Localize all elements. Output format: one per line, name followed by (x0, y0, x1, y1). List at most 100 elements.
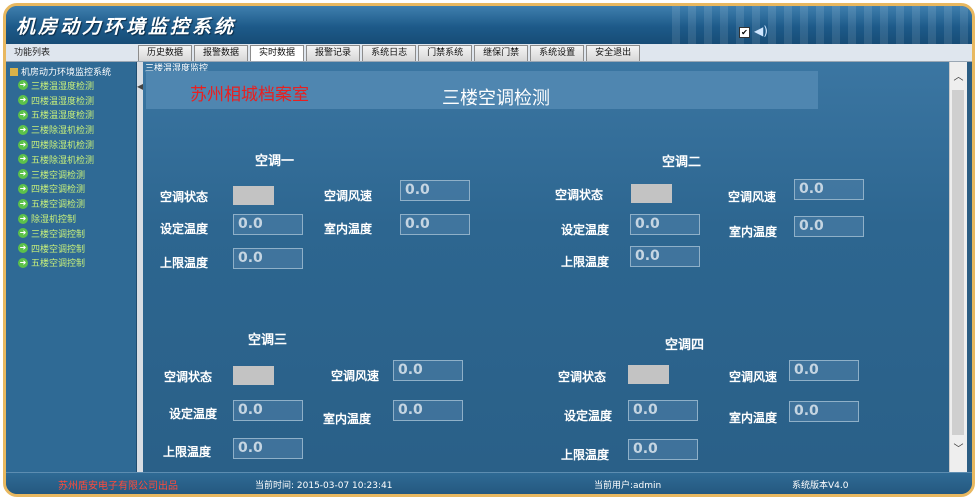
ac-wind-label: 空调风速 (331, 369, 380, 383)
ac-status-label: 空调状态 (160, 190, 209, 204)
upper-temp-value: 0.0 (233, 248, 303, 269)
ac-status-label: 空调状态 (558, 370, 607, 384)
sidebar-item-label: 五楼温湿度检测 (31, 111, 95, 122)
sidebar-item-label: 四楼空调控制 (31, 244, 86, 255)
tab-alarm-log[interactable]: 报警记录 (306, 45, 361, 61)
sidebar-item-label: 三楼温湿度检测 (31, 81, 95, 92)
tab-access-system[interactable]: 门禁系统 (418, 45, 473, 61)
title-background (672, 6, 972, 44)
indoor-temp-label: 室内温度 (323, 412, 372, 426)
menu-bar: 功能列表 历史数据 报警数据 实时数据 报警记录 系统日志 门禁系统 继保门禁 … (6, 44, 972, 62)
scroll-thumb[interactable] (952, 90, 964, 435)
title-bar: 机房动力环境监控系统 ✔ ◀) (6, 6, 972, 44)
footer-company: 苏州盾安电子有限公司出品 (58, 481, 178, 492)
tab-relay-access[interactable]: 继保门禁 (474, 45, 529, 61)
vertical-scrollbar[interactable]: ︿ ﹀ (949, 62, 967, 472)
sidebar-item[interactable]: ➜ 三楼空调控制 (18, 226, 94, 241)
indoor-temp-value: 0.0 (794, 216, 864, 237)
set-temp-label: 设定温度 (169, 407, 218, 421)
sidebar-item[interactable]: ➜ 五楼温湿度检测 (18, 108, 94, 123)
folder-icon (10, 67, 18, 76)
tab-settings[interactable]: 系统设置 (530, 45, 585, 61)
sidebar-item-label: 三楼除湿机检测 (31, 126, 95, 137)
current-time: 当前时间: 2015-03-07 10:23:41 (255, 481, 393, 491)
green-arrow-icon: ➜ (18, 198, 28, 209)
ac-status-indicator (233, 366, 274, 385)
ac-unit-2-title: 空调二 (662, 155, 702, 170)
sidebar-item[interactable]: ➜ 五楼空调控制 (18, 256, 94, 271)
upper-temp-label: 上限温度 (561, 448, 610, 462)
set-temp-label: 设定温度 (564, 409, 613, 423)
sidebar-item-label: 除湿机控制 (31, 215, 77, 226)
indoor-temp-label: 室内温度 (729, 411, 778, 425)
scroll-down-icon[interactable]: ﹀ (950, 442, 967, 458)
tab-alarm-data[interactable]: 报警数据 (194, 45, 249, 61)
sidebar-item[interactable]: ➜ 四楼除湿机检测 (18, 137, 94, 152)
ac-status-indicator (628, 365, 669, 384)
sidebar-item-label: 五楼空调检测 (31, 200, 86, 211)
ac-wind-label: 空调风速 (324, 189, 373, 203)
tree-root[interactable]: 机房动力环境监控系统 (10, 65, 111, 78)
indoor-temp-value: 0.0 (393, 400, 463, 421)
ac-wind-value: 0.0 (393, 360, 463, 381)
ac-status-indicator (233, 186, 274, 205)
function-list-label: 功能列表 (14, 48, 51, 58)
tree-root-label: 机房动力环境监控系统 (21, 68, 112, 78)
company-name: 苏州相城档案室 (190, 85, 309, 105)
ac-wind-value: 0.0 (400, 180, 470, 201)
system-version: 系统版本V4.0 (792, 481, 849, 491)
sidebar-item[interactable]: ➜ 五楼空调检测 (18, 196, 94, 211)
upper-temp-value: 0.0 (628, 439, 698, 460)
ac-status-label: 空调状态 (555, 188, 604, 202)
ac-unit-1-title: 空调一 (255, 154, 295, 169)
indoor-temp-label: 室内温度 (729, 225, 778, 239)
main-panel: 三楼温湿度监控 苏州相城档案室 三楼空调检测 空调一 空调状态 空调风速 0.0… (143, 62, 949, 472)
set-temp-value: 0.0 (630, 214, 700, 235)
ac-wind-value: 0.0 (789, 360, 859, 381)
ac-wind-value: 0.0 (794, 179, 864, 200)
tab-system-log[interactable]: 系统日志 (362, 45, 417, 61)
sidebar-item[interactable]: ➜ 三楼空调检测 (18, 167, 94, 182)
green-arrow-icon: ➜ (18, 169, 28, 180)
set-temp-value: 0.0 (233, 214, 303, 235)
ac-unit-3-title: 空调三 (248, 333, 288, 348)
app-title: 机房动力环境监控系统 (16, 16, 237, 38)
sidebar-item[interactable]: ➜ 三楼除湿机检测 (18, 122, 94, 137)
set-temp-value: 0.0 (628, 400, 698, 421)
sidebar-item[interactable]: ➜ 四楼温湿度检测 (18, 93, 94, 108)
sidebar-item[interactable]: ➜ 三楼温湿度检测 (18, 78, 94, 93)
scroll-up-icon[interactable]: ︿ (950, 70, 967, 86)
green-arrow-icon: ➜ (18, 109, 28, 120)
sidebar-item-label: 五楼空调控制 (31, 259, 86, 270)
sidebar-item[interactable]: ➜ 四楼空调检测 (18, 182, 94, 197)
current-user: 当前用户:admin (594, 481, 662, 491)
sidebar-item-label: 三楼空调控制 (31, 229, 86, 240)
upper-temp-value: 0.0 (233, 438, 303, 459)
app-window: 机房动力环境监控系统 ✔ ◀) 功能列表 历史数据 报警数据 实时数据 报警记录… (3, 3, 975, 497)
upper-temp-label: 上限温度 (561, 255, 610, 269)
page-title: 三楼空调检测 (442, 88, 550, 109)
ac-wind-label: 空调风速 (729, 370, 778, 384)
sidebar-item-label: 四楼除湿机检测 (31, 141, 95, 152)
sidebar-item[interactable]: ➜ 除湿机控制 (18, 211, 94, 226)
ac-status-label: 空调状态 (164, 370, 213, 384)
sidebar-item[interactable]: ➜ 五楼除湿机检测 (18, 152, 94, 167)
green-arrow-icon: ➜ (18, 124, 28, 135)
sound-checkbox[interactable]: ✔ (739, 27, 750, 38)
tab-logout[interactable]: 安全退出 (586, 45, 641, 61)
speaker-icon[interactable]: ◀) (754, 24, 768, 38)
green-arrow-icon: ➜ (18, 213, 28, 224)
set-temp-label: 设定温度 (561, 223, 610, 237)
sidebar-item[interactable]: ➜ 四楼空调控制 (18, 241, 94, 256)
sidebar-item-label: 三楼空调检测 (31, 170, 86, 181)
upper-temp-label: 上限温度 (163, 445, 212, 459)
green-arrow-icon: ➜ (18, 139, 28, 150)
tab-realtime[interactable]: 实时数据 (250, 45, 305, 61)
header-banner: 苏州相城档案室 三楼空调检测 (146, 71, 818, 109)
indoor-temp-value: 0.0 (789, 401, 859, 422)
sidebar-tree: ➜ 三楼温湿度检测 ➜ 四楼温湿度检测 ➜ 五楼温湿度检测 ➜ 三楼除湿机检测 ➜ 四楼除… (18, 78, 94, 270)
indoor-temp-label: 室内温度 (324, 222, 373, 236)
tab-history[interactable]: 历史数据 (138, 45, 193, 61)
green-arrow-icon: ➜ (18, 183, 28, 194)
upper-temp-label: 上限温度 (160, 256, 209, 270)
